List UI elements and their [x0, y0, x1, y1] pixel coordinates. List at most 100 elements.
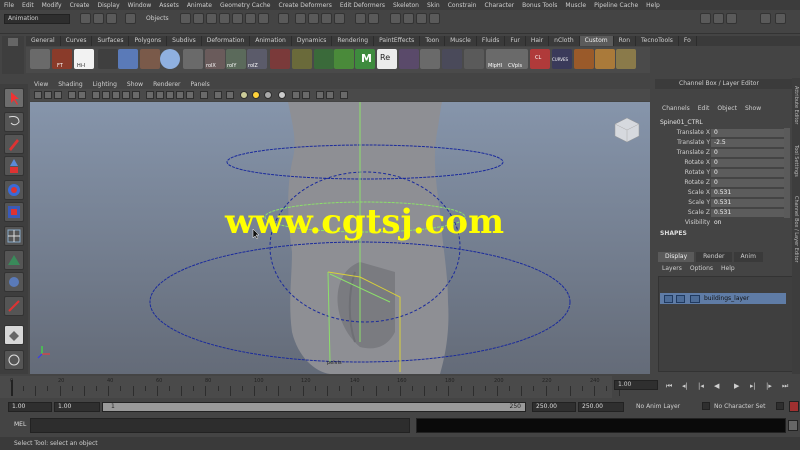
select-joints-icon[interactable]: [193, 13, 204, 24]
shelf-box-icon[interactable]: [616, 49, 636, 69]
cb-menu-channels[interactable]: Channels: [662, 105, 690, 112]
smooth-shade-icon[interactable]: [156, 91, 164, 99]
tab-tecnotools[interactable]: TecnoTools: [636, 36, 679, 46]
range-slider[interactable]: 1 250: [102, 402, 526, 412]
tab-painteffects[interactable]: PaintEffects: [374, 36, 421, 46]
tab-display-layers[interactable]: Display: [658, 252, 695, 262]
menu-edit[interactable]: Edit: [22, 2, 34, 9]
rotate-tool-icon[interactable]: [4, 180, 24, 200]
ambient-occlusion-icon[interactable]: [292, 91, 300, 99]
move-tool-icon[interactable]: [4, 156, 24, 176]
scale-tool-icon[interactable]: [4, 202, 24, 222]
tab-custom[interactable]: Custom: [579, 36, 614, 46]
select-surfaces-icon[interactable]: [219, 13, 230, 24]
viewport-settings-icon[interactable]: [340, 91, 348, 99]
menu-pipeline-cache[interactable]: Pipeline Cache: [594, 2, 638, 9]
snap-grid-icon[interactable]: [295, 13, 306, 24]
menu-muscle[interactable]: Muscle: [565, 2, 586, 9]
select-handles-icon[interactable]: [180, 13, 191, 24]
menu-skin[interactable]: Skin: [427, 2, 440, 9]
save-scene-icon[interactable]: [106, 13, 117, 24]
camera-select-icon[interactable]: [34, 91, 42, 99]
all-lights-icon[interactable]: [252, 91, 260, 99]
history-icon[interactable]: [355, 13, 366, 24]
shelf-paint-icon[interactable]: [399, 49, 419, 69]
menu-create-deformers[interactable]: Create Deformers: [278, 2, 331, 9]
open-scene-icon[interactable]: [93, 13, 104, 24]
layer-menu-layers[interactable]: Layers: [662, 265, 682, 272]
channel-row[interactable]: Scale Z 0.531: [660, 209, 786, 218]
show-tool-settings-icon[interactable]: [713, 13, 724, 24]
high-quality-icon[interactable]: [278, 91, 286, 99]
tab-hair[interactable]: Hair: [526, 36, 550, 46]
command-language-label[interactable]: MEL: [14, 421, 26, 428]
panel-menu-shading[interactable]: Shading: [58, 81, 82, 88]
image-plane-icon[interactable]: [68, 91, 76, 99]
menu-constrain[interactable]: Constrain: [448, 2, 477, 9]
menu-set-dropdown[interactable]: Animation: [4, 14, 70, 24]
current-frame-field[interactable]: 1.00: [614, 380, 658, 390]
shelf-wave-icon[interactable]: [442, 49, 462, 69]
outliner-icon[interactable]: [775, 13, 786, 24]
tab-fur[interactable]: Fur: [505, 36, 526, 46]
ipr-render-icon[interactable]: [416, 13, 427, 24]
lasso-tool-icon[interactable]: [4, 112, 24, 132]
menu-file[interactable]: File: [4, 2, 14, 9]
manipulator-tool-icon[interactable]: [4, 226, 24, 246]
channel-box-tab[interactable]: Channel Box / Layer Editor: [793, 196, 799, 263]
shadows-icon[interactable]: [200, 91, 208, 99]
snap-plane-icon[interactable]: [334, 13, 345, 24]
tool-settings-tab[interactable]: Tool Settings: [793, 145, 799, 177]
tab-dynamics[interactable]: Dynamics: [292, 36, 333, 46]
shelf-joint-chain-icon[interactable]: [574, 49, 594, 69]
camera-attributes-icon[interactable]: [44, 91, 52, 99]
channel-row[interactable]: Scale Y 0.531: [660, 199, 786, 208]
shelf-menu-icon[interactable]: [8, 38, 18, 46]
construction-history-icon[interactable]: [368, 13, 379, 24]
menu-assets[interactable]: Assets: [159, 2, 179, 9]
tab-animation[interactable]: Animation: [250, 36, 292, 46]
channel-row[interactable]: Translate Z0: [660, 149, 786, 158]
script-editor-icon[interactable]: [788, 420, 798, 431]
playback-end-field[interactable]: 250.00: [532, 402, 576, 412]
animation-end-field[interactable]: 250.00: [578, 402, 624, 412]
menu-animate[interactable]: Animate: [187, 2, 212, 9]
tab-anim-layers[interactable]: Anim: [733, 252, 763, 262]
cb-menu-edit[interactable]: Edit: [698, 105, 710, 112]
menu-character[interactable]: Character: [485, 2, 515, 9]
render-view-icon[interactable]: [390, 13, 401, 24]
select-rendering-icon[interactable]: [258, 13, 269, 24]
new-scene-icon[interactable]: [80, 13, 91, 24]
layer-menu-help[interactable]: Help: [721, 265, 735, 272]
resolution-gate-icon[interactable]: [102, 91, 110, 99]
tab-ncloth[interactable]: nCloth: [549, 36, 580, 46]
shelf-bone-icon[interactable]: [595, 49, 615, 69]
play-forward-icon[interactable]: ▶: [734, 382, 739, 390]
isolate-select-icon[interactable]: [226, 91, 234, 99]
tab-general[interactable]: General: [26, 36, 61, 46]
shelf-script-button[interactable]: [30, 49, 50, 69]
menu-skeleton[interactable]: Skeleton: [393, 2, 419, 9]
panel-menu-lighting[interactable]: Lighting: [93, 81, 117, 88]
render-frame-icon[interactable]: [403, 13, 414, 24]
gate-mask-icon[interactable]: [112, 91, 120, 99]
tab-surfaces[interactable]: Surfaces: [92, 36, 130, 46]
show-channel-box-icon[interactable]: [726, 13, 737, 24]
menu-geometry-cache[interactable]: Geometry Cache: [220, 2, 270, 9]
character-set-dropdown[interactable]: No Character Set: [714, 403, 765, 410]
channel-row[interactable]: Rotate X0: [660, 159, 786, 168]
auto-key-icon[interactable]: [789, 401, 799, 412]
cb-menu-show[interactable]: Show: [745, 105, 761, 112]
command-input[interactable]: [30, 418, 410, 433]
tab-rendering[interactable]: Rendering: [332, 36, 375, 46]
anim-layer-menu-icon[interactable]: [702, 402, 710, 410]
default-light-icon[interactable]: [240, 91, 248, 99]
quick-layout-single-icon[interactable]: [4, 325, 24, 345]
attribute-editor-tab[interactable]: Attribute Editor: [793, 86, 799, 124]
shelf-cluster-icon[interactable]: [270, 49, 290, 69]
snap-curve-icon[interactable]: [308, 13, 319, 24]
menu-display[interactable]: Display: [98, 2, 120, 9]
layer-visibility-toggle[interactable]: [664, 295, 673, 303]
step-back-key-icon[interactable]: |◂: [698, 382, 704, 390]
animation-start-field[interactable]: 1.00: [8, 402, 52, 412]
